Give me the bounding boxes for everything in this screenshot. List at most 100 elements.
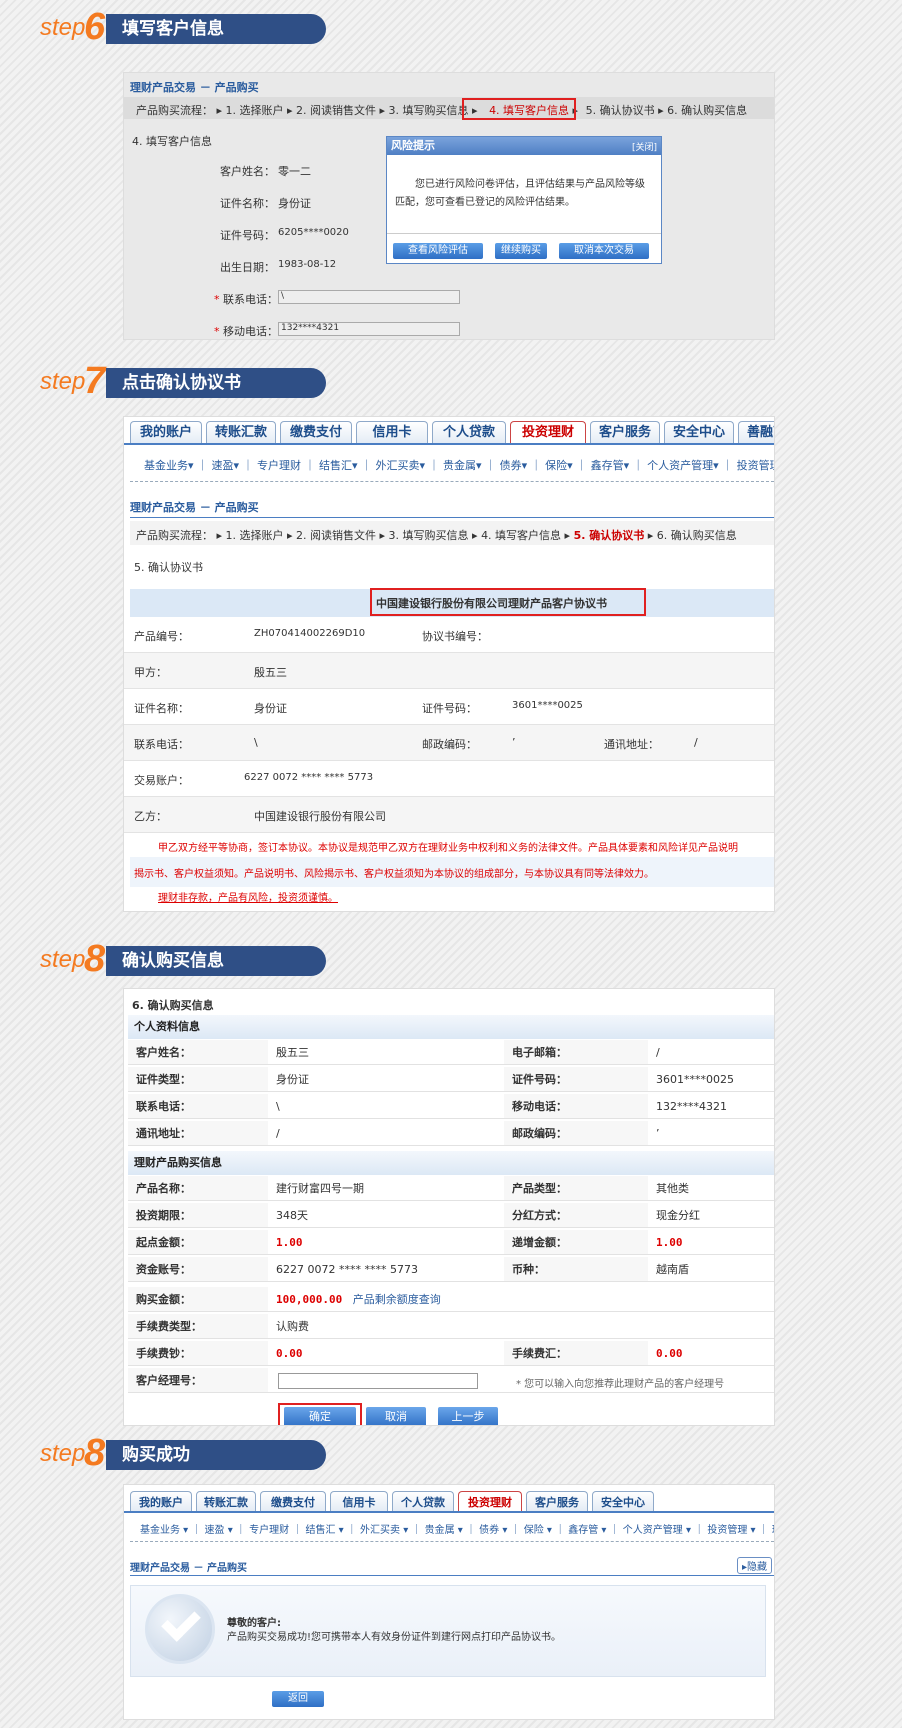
tab-credit-card[interactable]: 信用卡 (356, 421, 428, 443)
product-cell: 现金分红 (648, 1203, 774, 1228)
flow-bar: 产品购买流程： ▸ 1. 选择账户 ▸ 2. 阅读销售文件 ▸ 3. 填写购买信… (136, 529, 737, 542)
previous-button[interactable]: 上一步 (438, 1407, 498, 1425)
hide-button[interactable]: 隐藏 (747, 1562, 767, 1573)
flow-step-current: 5. 确认协议书 (573, 529, 645, 542)
greeting: 尊敬的客户: (227, 1618, 281, 1629)
personal-cell: 通讯地址： (128, 1121, 268, 1146)
flow-bar: 产品购买流程： ▸ 1. 选择账户 ▸ 2. 阅读销售文件 ▸ 3. 填写购买信… (136, 104, 748, 117)
tab-0[interactable]: 我的账户 (130, 1491, 192, 1511)
step-title: 点击确认协议书 (106, 368, 326, 398)
mobile-input[interactable]: 132****4321 (278, 322, 460, 336)
step-number: 8 (84, 1432, 106, 1474)
tab-7[interactable]: 安全中心 (592, 1491, 654, 1511)
tab-3[interactable]: 信用卡 (330, 1491, 388, 1511)
remaining-quota-link[interactable]: 产品剩余额度查询 (353, 1293, 441, 1306)
manager-number-input[interactable] (278, 1373, 478, 1389)
product-cell: 投资期限： (128, 1203, 268, 1228)
breadcrumb: 理财产品交易 － 产品购买 (130, 81, 259, 94)
personal-cell: 证件号码： (504, 1067, 648, 1092)
product-cell: 产品类型： (504, 1176, 648, 1201)
personal-cell: / (648, 1040, 774, 1065)
breadcrumb: 理财产品交易 － 产品购买 (130, 501, 259, 514)
tab-payment[interactable]: 缴费支付 (280, 421, 352, 443)
continue-buy-button[interactable]: 继续购买 (495, 243, 547, 259)
risk-dialog: 风险提示 [关闭] 您已进行风险问卷评估，且评估结果与产品风险等级 匹配，您可查… (386, 136, 662, 264)
product-cell: 1.00 (648, 1230, 774, 1255)
tab-transfer[interactable]: 转账汇款 (206, 421, 276, 443)
cancel-trade-button[interactable]: 取消本次交易 (559, 243, 649, 259)
customer-name: 零一二 (278, 165, 311, 178)
product-cell: 348天 (268, 1203, 504, 1228)
sub-navigation[interactable]: 基金业务 ▾ ｜ 速盈 ▾ ｜ 专户理财 ｜ 结售汇 ▾ ｜ 外汇买卖 ▾ ｜ … (140, 1521, 774, 1536)
step-title: 确认购买信息 (106, 946, 326, 976)
manager-hint: * 您可以输入向您推荐此理财产品的客户经理号 (516, 1379, 725, 1390)
tab-shanrong[interactable]: 善融商务 (738, 421, 774, 443)
personal-cell: 殷五三 (268, 1040, 504, 1065)
product-code: ZH070414002269D10 (254, 628, 366, 639)
step-number: 7 (84, 360, 106, 402)
success-check-icon (145, 1594, 215, 1664)
product-cell: 币种： (504, 1257, 648, 1282)
panel-fill-customer-info: 理财产品交易 － 产品购买 产品购买流程： ▸ 1. 选择账户 ▸ 2. 阅读销… (123, 72, 775, 340)
tab-1[interactable]: 转账汇款 (196, 1491, 256, 1511)
personal-cell: ’ (648, 1121, 774, 1146)
agreement-terms: 甲乙双方经平等协商，签订本协议。本协议是规范甲乙双方在理财业务中权利和义务的法律… (158, 843, 738, 854)
section-title: 4. 填写客户信息 (132, 135, 212, 148)
step-word: step (40, 368, 86, 395)
product-cell: 资金账号： (128, 1257, 268, 1282)
product-info-header: 理财产品购买信息 (128, 1151, 774, 1175)
panel-confirm-agreement: 我的账户 转账汇款 缴费支付 信用卡 个人贷款 投资理财 客户服务 安全中心 善… (123, 416, 775, 912)
phone-input[interactable]: \ (278, 290, 460, 304)
tab-loan[interactable]: 个人贷款 (432, 421, 506, 443)
product-cell: 分红方式： (504, 1203, 648, 1228)
breadcrumb: 理财产品交易 － 产品购买 (130, 1563, 247, 1574)
product-cell: 递增金额： (504, 1230, 648, 1255)
step-word: step (40, 14, 86, 41)
personal-info-header: 个人资料信息 (128, 1015, 774, 1039)
risk-warning: 理财非存款，产品有风险，投资须谨慎。 (158, 893, 338, 904)
success-message: 产品购买交易成功!您可携带本人有效身份证件到建行网点打印产品协议书。 (227, 1632, 562, 1643)
tab-5[interactable]: 投资理财 (458, 1491, 522, 1511)
tab-4[interactable]: 个人贷款 (392, 1491, 454, 1511)
step-word: step (40, 946, 86, 973)
tab-investment[interactable]: 投资理财 (510, 421, 586, 443)
personal-cell: 联系电话： (128, 1094, 268, 1119)
personal-cell: \ (268, 1094, 504, 1119)
tab-my-account[interactable]: 我的账户 (130, 421, 202, 443)
step-number: 8 (84, 938, 106, 980)
product-cell: 1.00 (268, 1230, 504, 1255)
tab-2[interactable]: 缴费支付 (260, 1491, 326, 1511)
product-cell: 越南盾 (648, 1257, 774, 1282)
step-title: 填写客户信息 (106, 14, 326, 44)
product-cell: 其他类 (648, 1176, 774, 1201)
personal-cell: 3601****0025 (648, 1067, 774, 1092)
personal-cell: 客户姓名： (128, 1040, 268, 1065)
dialog-close-button[interactable]: [关闭] (632, 140, 657, 153)
personal-cell: 移动电话： (504, 1094, 648, 1119)
highlight-confirm (278, 1403, 362, 1425)
section-title: 5. 确认协议书 (134, 561, 203, 574)
step-number: 6 (84, 6, 106, 48)
section-title: 6. 确认购买信息 (132, 999, 214, 1012)
panel-purchase-success: 基金业务 ▾ ｜ 速盈 ▾ ｜ 专户理财 ｜ 结售汇 ▾ ｜ 外汇买卖 ▾ ｜ … (123, 1484, 775, 1720)
personal-cell: 邮政编码： (504, 1121, 648, 1146)
view-risk-button[interactable]: 查看风险评估 (393, 243, 483, 259)
cancel-button[interactable]: 取消 (366, 1407, 426, 1425)
sub-navigation[interactable]: 基金业务▾ ｜ 速盈▾ ｜ 专户理财 ｜ 结售汇▾ ｜ 外汇买卖▾ ｜ 贵金属▾… (144, 457, 774, 473)
panel-confirm-purchase: 6. 确认购买信息 个人资料信息 理财产品购买信息 购买金额： 100,000.… (123, 988, 775, 1426)
purchase-amount: 100,000.00 (276, 1293, 343, 1306)
tab-security[interactable]: 安全中心 (664, 421, 734, 443)
personal-cell: 电子邮箱： (504, 1040, 648, 1065)
tab-service[interactable]: 客户服务 (590, 421, 660, 443)
personal-cell: 132****4321 (648, 1094, 774, 1119)
step-word: step (40, 1440, 86, 1467)
product-cell: 起点金额： (128, 1230, 268, 1255)
dialog-title: 风险提示 (387, 137, 661, 155)
personal-cell: 证件类型： (128, 1067, 268, 1092)
personal-cell: / (268, 1121, 504, 1146)
product-cell: 建行财富四号一期 (268, 1176, 504, 1201)
back-button[interactable]: 返回 (272, 1691, 324, 1707)
personal-cell: 身份证 (268, 1067, 504, 1092)
product-cell: 6227 0072 **** **** 5773 (268, 1257, 504, 1282)
tab-6[interactable]: 客户服务 (526, 1491, 588, 1511)
